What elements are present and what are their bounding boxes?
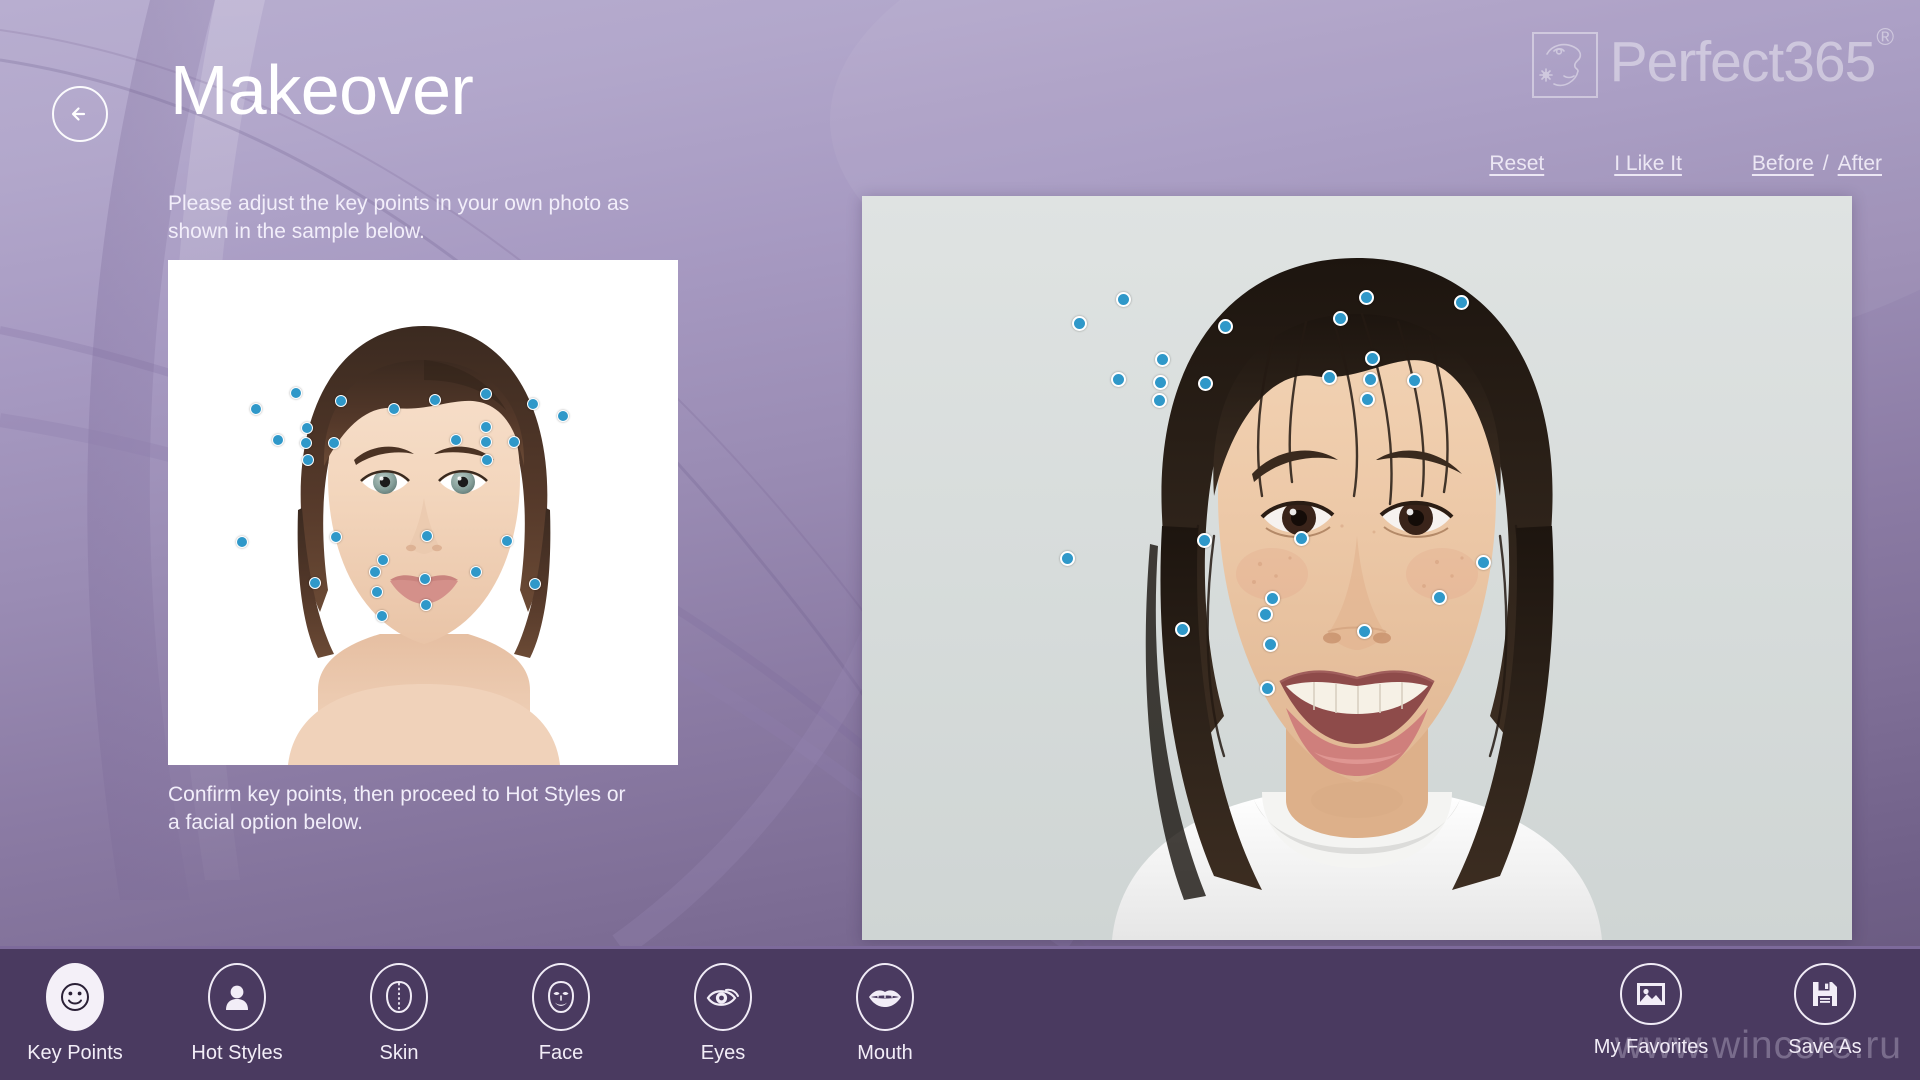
person-silhouette-icon xyxy=(208,963,266,1031)
photo-keypoint-4[interactable] xyxy=(1359,289,1375,305)
photo-keypoint-1[interactable] xyxy=(1115,291,1131,307)
tool-face[interactable]: Face xyxy=(506,963,616,1065)
instruction-text: Please adjust the key points in your own… xyxy=(168,192,630,243)
brand-name: Perfect365® xyxy=(1610,25,1894,91)
reset-link[interactable]: Reset xyxy=(1489,152,1544,176)
sample-keypoint-17[interactable] xyxy=(479,436,492,449)
picture-frame-icon xyxy=(1620,963,1682,1025)
tool-group-right: My Favorites Save As xyxy=(1593,963,1880,1059)
floppy-disk-icon xyxy=(1794,963,1856,1025)
app-header: Makeover Perfect365® Reset I Like It Bef… xyxy=(0,0,1920,190)
i-like-it-link[interactable]: I Like It xyxy=(1614,152,1682,176)
sample-keypoint-9[interactable] xyxy=(300,421,313,434)
tool-group-left: Key Points Hot Styles Skin Face Eyes Mou… xyxy=(20,963,940,1065)
footnote-text: Confirm key points, then proceed to Hot … xyxy=(168,783,626,835)
photo-keypoint-17[interactable] xyxy=(1197,532,1213,548)
sample-keypoint-5[interactable] xyxy=(479,388,492,401)
photo-keypoint-10[interactable] xyxy=(1153,374,1169,390)
photo-keypoint-19[interactable] xyxy=(1476,554,1492,570)
tool-label: Face xyxy=(538,1042,584,1064)
sample-keypoint-8[interactable] xyxy=(272,433,285,446)
tool-label: Hot Styles xyxy=(191,1042,283,1064)
app-root: Makeover Perfect365® Reset I Like It Bef… xyxy=(0,0,1920,1080)
photo-keypoint-21[interactable] xyxy=(1175,621,1191,637)
perfect365-mark-icon xyxy=(1531,32,1598,98)
tool-mouth[interactable]: Mouth xyxy=(830,963,940,1065)
photo-keypoint-13[interactable] xyxy=(1406,373,1422,388)
sample-keypoint-22[interactable] xyxy=(376,553,389,566)
tool-hot-styles[interactable]: Hot Styles xyxy=(182,963,292,1065)
photo-keypoint-0[interactable] xyxy=(1072,315,1088,331)
face-sketch-icon xyxy=(1538,43,1581,87)
tool-eyes[interactable]: Eyes xyxy=(668,963,778,1065)
before-after-separator: / xyxy=(1822,152,1829,175)
sample-keypoint-29[interactable] xyxy=(419,598,432,611)
photo-keypoint-3[interactable] xyxy=(1332,310,1348,326)
left-panel: Please adjust the key points in your own… xyxy=(168,190,680,837)
photo-keypoint-9[interactable] xyxy=(1151,393,1167,409)
tool-label: Eyes xyxy=(700,1042,746,1064)
tool-key-points[interactable]: Key Points xyxy=(20,963,130,1065)
photo-keypoint-24[interactable] xyxy=(1431,590,1447,606)
tool-skin[interactable]: Skin xyxy=(344,963,454,1065)
lips-icon xyxy=(856,963,914,1031)
after-link[interactable]: After xyxy=(1838,152,1882,176)
brand-name-text: Perfect365 xyxy=(1609,29,1877,94)
back-button[interactable] xyxy=(52,86,108,142)
brand-logo: Perfect365® xyxy=(1531,25,1894,98)
sample-keypoint-20[interactable] xyxy=(420,530,433,543)
registered-mark: ® xyxy=(1876,23,1894,51)
photo-keypoint-11[interactable] xyxy=(1321,370,1337,386)
sample-keypoint-25[interactable] xyxy=(418,572,431,585)
sample-photo-frame xyxy=(168,260,678,766)
eye-icon xyxy=(694,963,752,1031)
photo-keypoint-18[interactable] xyxy=(1294,530,1310,546)
bottom-toolbar: Key Points Hot Styles Skin Face Eyes Mou… xyxy=(0,946,1920,1080)
tool-label: Mouth xyxy=(857,1042,913,1064)
smiley-face-icon xyxy=(46,963,104,1031)
sample-keypoint-15[interactable] xyxy=(507,435,520,448)
sample-keypoint-27[interactable] xyxy=(528,577,541,590)
tool-label: Key Points xyxy=(27,1042,123,1064)
page-title: Makeover xyxy=(170,51,474,129)
sample-portrait-image xyxy=(168,260,678,766)
photo-keypoint-14[interactable] xyxy=(1360,391,1376,407)
face-split-icon xyxy=(370,963,428,1031)
sample-keypoint-6[interactable] xyxy=(526,398,539,411)
tool-label: My Favorites xyxy=(1593,1036,1709,1058)
photo-keypoint-15[interactable] xyxy=(1363,371,1379,387)
sample-keypoint-14[interactable] xyxy=(480,420,493,433)
back-arrow-icon xyxy=(71,107,86,121)
face-features-icon xyxy=(532,963,590,1031)
photo-keypoint-8[interactable] xyxy=(1198,375,1214,391)
before-link[interactable]: Before xyxy=(1752,152,1814,176)
tool-save-as[interactable]: Save As xyxy=(1770,963,1880,1059)
photo-keypoint-6[interactable] xyxy=(1110,371,1126,387)
tool-label: Skin xyxy=(379,1042,419,1064)
sample-keypoint-26[interactable] xyxy=(470,566,483,579)
sample-keypoint-23[interactable] xyxy=(308,576,321,589)
header-action-links: Reset I Like It Before / After xyxy=(1489,152,1882,176)
sample-keypoint-24[interactable] xyxy=(368,565,381,578)
user-portrait-image xyxy=(862,196,1852,940)
user-photo-frame[interactable] xyxy=(862,196,1852,940)
tool-label: Save As xyxy=(1788,1036,1862,1058)
tool-my-favorites[interactable]: My Favorites xyxy=(1593,963,1709,1059)
